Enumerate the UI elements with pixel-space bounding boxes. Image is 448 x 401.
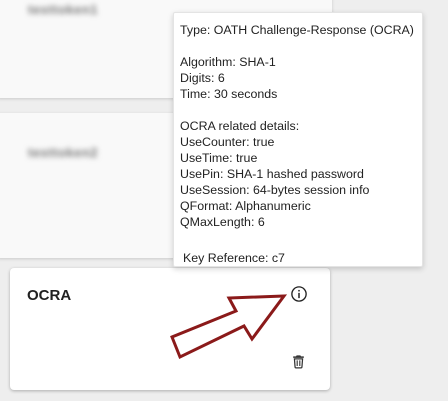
delete-button[interactable] — [287, 350, 309, 372]
tooltip-use-time: UseTime: true — [180, 151, 258, 165]
info-circle-icon — [291, 286, 307, 302]
info-button[interactable] — [287, 282, 311, 306]
trash-icon — [292, 355, 304, 369]
tooltip-key-reference: Key Reference: c7 — [183, 251, 285, 265]
tooltip-qformat: QFormat: Alphanumeric — [180, 199, 311, 213]
tooltip-spacer — [180, 230, 422, 246]
token-card-title-blurred: testtoken1 — [28, 2, 99, 17]
tooltip-use-counter: UseCounter: true — [180, 135, 275, 149]
tooltip-ocra-header: OCRA related details: — [180, 119, 300, 133]
tooltip-algorithm: Algorithm: SHA-1 — [180, 55, 276, 69]
tooltip-qmaxlength: QMaxLength: 6 — [180, 215, 265, 229]
card-title: OCRA — [27, 287, 72, 304]
tooltip-type: Type: OATH Challenge-Response (OCRA) — [180, 23, 414, 37]
token-details-tooltip: Type: OATH Challenge-Response (OCRA) Alg… — [173, 12, 423, 267]
ocra-token-card: OCRA — [10, 268, 330, 390]
tooltip-spacer — [180, 38, 422, 54]
tooltip-spacer — [180, 102, 422, 118]
tooltip-digits: Digits: 6 — [180, 71, 225, 85]
tooltip-use-session: UseSession: 64-bytes session info — [180, 183, 370, 197]
tooltip-use-pin: UsePin: SHA-1 hashed password — [180, 167, 364, 181]
token-card-title-blurred: testtoken2 — [28, 145, 99, 160]
tooltip-time: Time: 30 seconds — [180, 87, 278, 101]
